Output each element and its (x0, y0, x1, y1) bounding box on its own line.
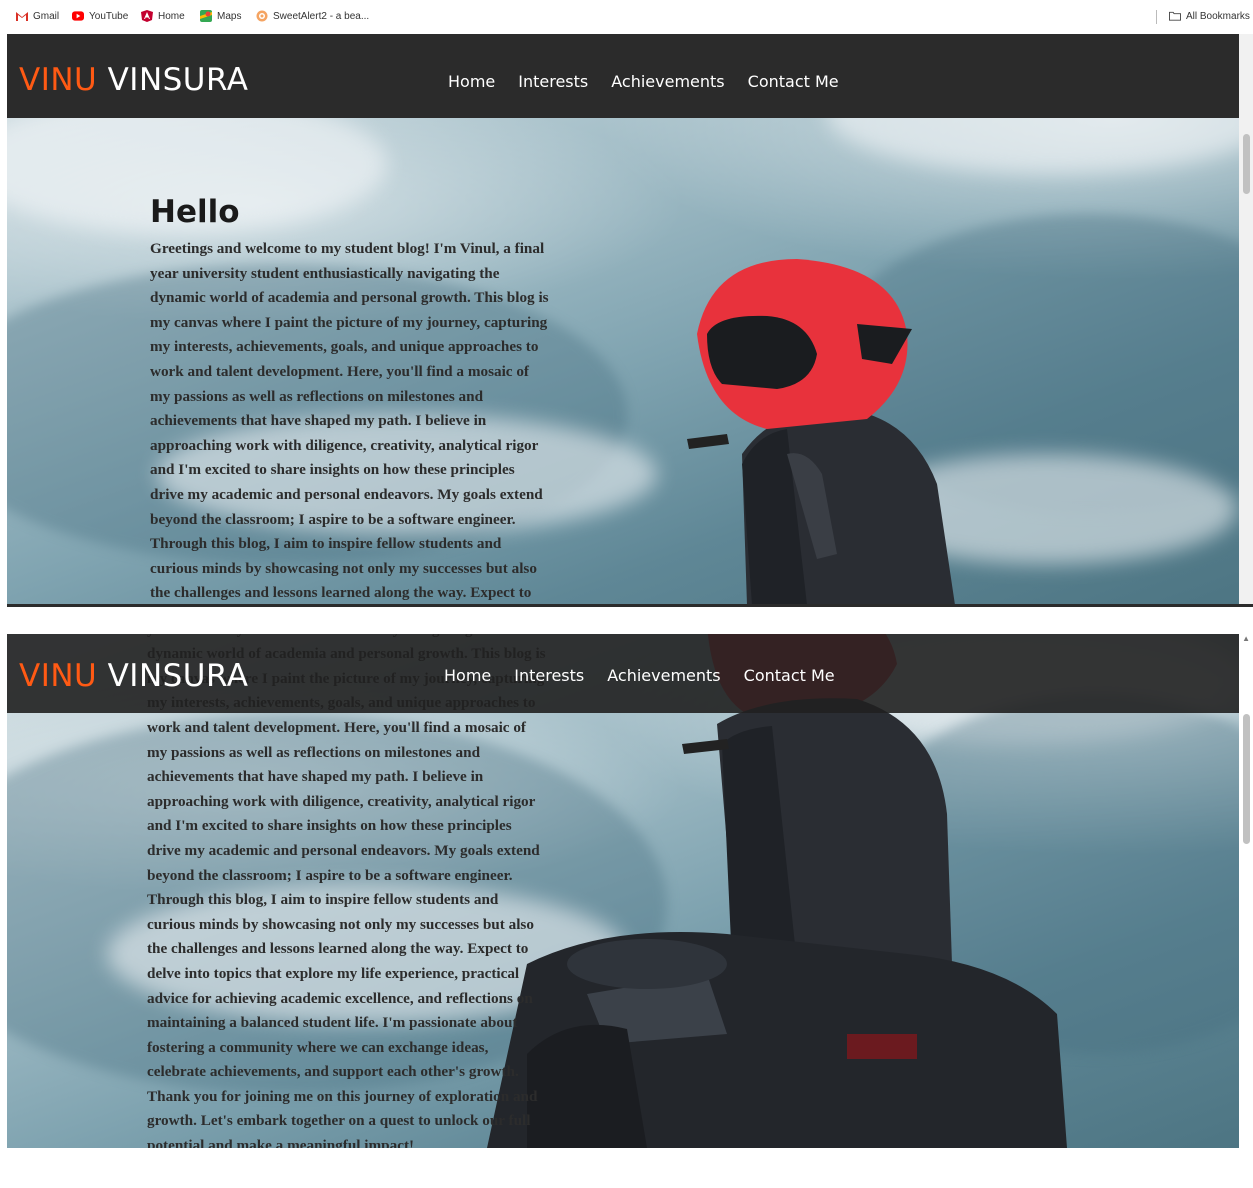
bookmark-label: Home (158, 10, 185, 22)
bookmark-sweetalert[interactable]: SweetAlert2 - a bea... (256, 10, 369, 22)
site-navbar-sticky: VINU VINSURA Home Interests Achievements… (7, 634, 1253, 713)
nav-contact[interactable]: Contact Me (748, 72, 839, 91)
bookmark-youtube[interactable]: YouTube (72, 10, 128, 22)
bookmark-label: YouTube (89, 10, 129, 22)
logo-first-word: VINU (19, 658, 98, 694)
site-logo[interactable]: VINU VINSURA (19, 62, 249, 98)
scrollbar[interactable]: ▲ (1239, 634, 1253, 1148)
bookmark-maps[interactable]: Maps (200, 10, 241, 22)
page-viewport-top: VINU VINSURA Home Interests Achievements… (7, 34, 1253, 605)
all-bookmarks-label: All Bookmarks (1186, 10, 1250, 22)
nav-achievements[interactable]: Achievements (611, 72, 724, 91)
nav-contact[interactable]: Contact Me (744, 666, 835, 685)
scroll-up-icon[interactable]: ▲ (1242, 634, 1250, 643)
all-bookmarks-button[interactable]: All Bookmarks (1169, 10, 1250, 22)
bookmarks-divider (1156, 10, 1157, 24)
hero-title: Hello (150, 194, 240, 230)
folder-icon (1169, 10, 1181, 22)
hero-paragraph: Greetings and welcome to my student blog… (150, 240, 549, 602)
bookmark-label: Gmail (33, 10, 60, 22)
logo-first-word: VINU (19, 62, 98, 98)
site-navbar: VINU VINSURA Home Interests Achievements… (7, 34, 1253, 118)
bookmark-label: Maps (217, 10, 242, 22)
sweetalert-icon (256, 10, 268, 22)
maps-icon (200, 10, 212, 22)
youtube-icon (72, 10, 84, 22)
site-logo[interactable]: VINU VINSURA (19, 658, 249, 694)
screenshot-divider (7, 604, 1253, 607)
page-viewport-scrolled: Greetings and welcome to my student blog… (7, 634, 1253, 1148)
nav-home[interactable]: Home (444, 666, 491, 685)
angular-icon (141, 10, 153, 22)
nav-interests[interactable]: Interests (514, 666, 584, 685)
gmail-icon (16, 10, 28, 22)
bookmark-home[interactable]: Home (141, 10, 185, 22)
nav-achievements[interactable]: Achievements (607, 666, 720, 685)
scrollbar-thumb[interactable] (1243, 134, 1250, 194)
nav-menu: Home Interests Achievements Contact Me (448, 72, 839, 91)
nav-menu: Home Interests Achievements Contact Me (444, 666, 835, 685)
logo-second-word: VINSURA (107, 62, 249, 98)
nav-home[interactable]: Home (448, 72, 495, 91)
logo-second-word: VINSURA (107, 658, 249, 694)
nav-interests[interactable]: Interests (518, 72, 588, 91)
bookmark-gmail[interactable]: Gmail (16, 10, 59, 22)
bookmark-label: SweetAlert2 - a bea... (273, 10, 370, 22)
scrollbar[interactable] (1239, 34, 1253, 605)
bookmarks-bar: Gmail YouTube Home Maps SweetAlert2 - a … (0, 0, 1253, 34)
scrollbar-thumb[interactable] (1243, 714, 1250, 844)
